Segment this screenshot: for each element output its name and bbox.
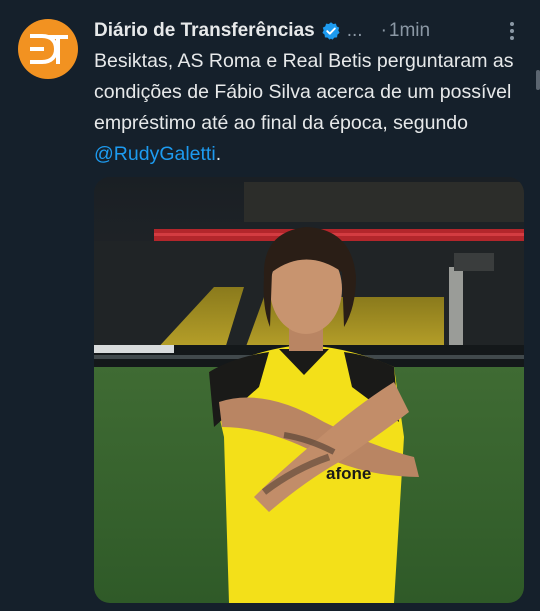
more-vertical-icon[interactable] (500, 21, 524, 41)
avatar[interactable] (18, 19, 78, 79)
tweet-time[interactable]: 1min (389, 20, 430, 42)
stadium-photo: afone (94, 177, 524, 603)
author-handle[interactable]: ... (347, 20, 363, 42)
tweet-text: Besiktas, AS Roma e Real Betis perguntar… (94, 46, 524, 170)
scrollbar[interactable] (536, 70, 540, 90)
tweet-text-main: Besiktas, AS Roma e Real Betis perguntar… (94, 50, 514, 134)
tweet-text-end: . (215, 143, 222, 165)
dt-logo-icon (30, 34, 68, 64)
author-name[interactable]: Diário de Transferências (94, 20, 315, 42)
mention-link[interactable]: @RudyGaletti (94, 143, 216, 165)
separator-dot: · (380, 20, 387, 41)
tweet-card[interactable]: Diário de Transferências ... · 1min Besi… (0, 0, 540, 611)
tweet-header: Diário de Transferências ... · 1min (94, 16, 524, 46)
tweet-photo[interactable]: afone (94, 177, 524, 603)
shirt-sponsor: afone (326, 464, 371, 483)
verified-badge-icon (321, 21, 341, 41)
